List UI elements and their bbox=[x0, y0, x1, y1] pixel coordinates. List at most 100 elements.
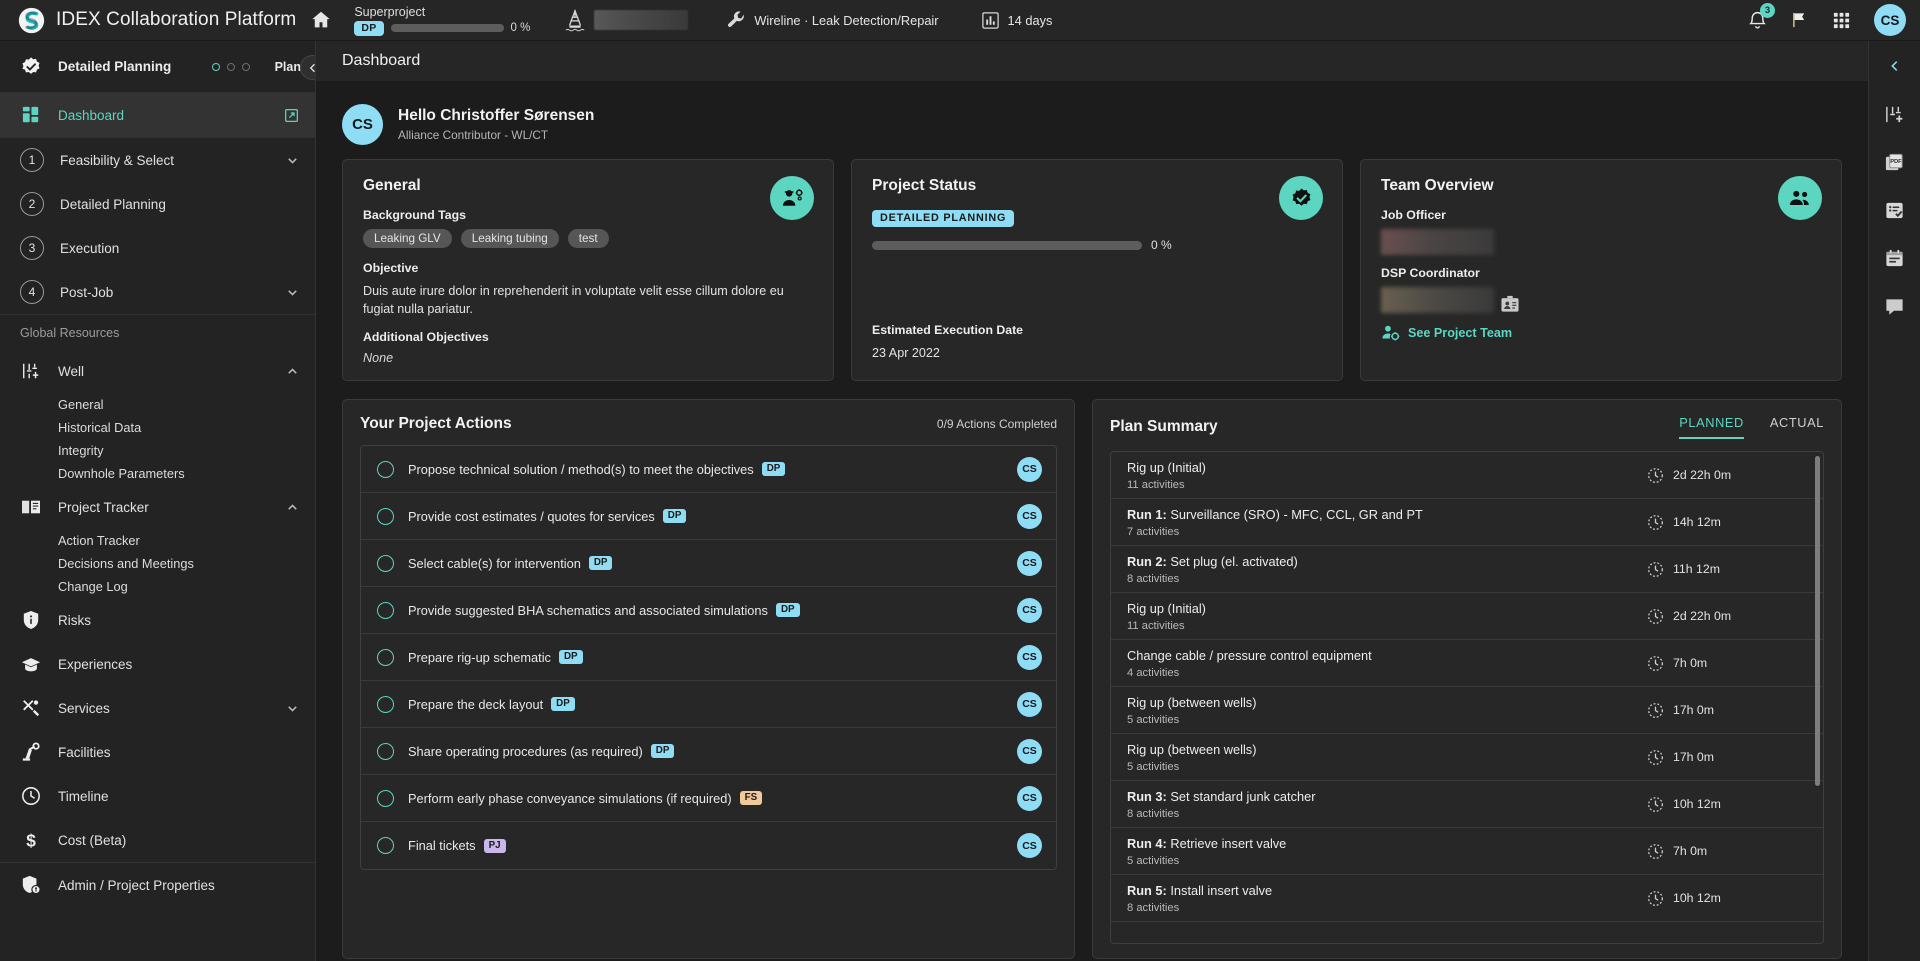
avatar[interactable]: CS bbox=[1017, 833, 1042, 858]
chevron-down-icon[interactable] bbox=[286, 154, 299, 167]
action-row[interactable]: Share operating procedures (as required)… bbox=[361, 728, 1056, 775]
sidebar-subitem-decisions-and-meetings[interactable]: Decisions and Meetings bbox=[0, 552, 315, 575]
plan-row[interactable]: Rig up (between wells) 5 activities 17h … bbox=[1111, 734, 1823, 781]
open-external-icon[interactable] bbox=[284, 108, 299, 123]
sidebar-subitem-downhole-parameters[interactable]: Downhole Parameters bbox=[0, 462, 315, 485]
sidebar-item-label: Risks bbox=[58, 612, 91, 628]
tab-actual[interactable]: ACTUAL bbox=[1770, 415, 1824, 439]
chevron-down-icon[interactable] bbox=[286, 286, 299, 299]
sidebar-item-dashboard[interactable]: Dashboard bbox=[0, 93, 315, 137]
tag-chip[interactable]: Leaking tubing bbox=[460, 229, 559, 248]
action-checkbox[interactable] bbox=[377, 648, 394, 666]
sidebar-item-feasibility-select[interactable]: 1 Feasibility & Select bbox=[0, 138, 315, 182]
tab-planned[interactable]: PLANNED bbox=[1679, 415, 1744, 439]
plan-scroll-area[interactable]: Rig up (Initial) 11 activities 2d 22h 0m bbox=[1111, 452, 1823, 943]
sidebar-item-execution[interactable]: 3 Execution bbox=[0, 226, 315, 270]
rail-calendar-button[interactable] bbox=[1882, 245, 1908, 271]
phase-chip: DP bbox=[761, 462, 786, 476]
plan-row[interactable]: Run 5: Install insert valve 8 activities… bbox=[1111, 875, 1823, 922]
brand-name: IDEX Collaboration Platform bbox=[56, 9, 297, 30]
plan-row[interactable]: Run 3: Set standard junk catcher 8 activ… bbox=[1111, 781, 1823, 828]
rail-checklist-button[interactable] bbox=[1882, 197, 1908, 223]
sidebar-subitem-action-tracker[interactable]: Action Tracker bbox=[0, 529, 315, 552]
sidebar: Detailed Planning Plan Dashboard 1 Feasi… bbox=[0, 41, 316, 961]
plan-scrollbar-thumb[interactable] bbox=[1815, 456, 1820, 786]
avatar[interactable]: CS bbox=[1017, 644, 1042, 670]
sidebar-item-admin-project-properties[interactable]: Admin / Project Properties bbox=[0, 863, 315, 907]
sidebar-item-timeline[interactable]: Timeline bbox=[0, 774, 315, 818]
apps-grid-icon[interactable] bbox=[1826, 5, 1856, 35]
sidebar-subitem-general[interactable]: General bbox=[0, 393, 315, 416]
asset-name-redacted bbox=[594, 10, 689, 30]
project-summary[interactable]: Superproject DP 0 % bbox=[354, 5, 530, 36]
action-row[interactable]: Select cable(s) for intervention DP CS bbox=[361, 540, 1056, 587]
action-label: Prepare rig-up schematic bbox=[408, 649, 551, 665]
sidebar-item-facilities[interactable]: Facilities bbox=[0, 730, 315, 774]
action-checkbox[interactable] bbox=[377, 507, 394, 525]
flag-icon[interactable] bbox=[1784, 5, 1814, 35]
sidebar-item-label: Post-Job bbox=[60, 284, 114, 300]
sidebar-item-label: Project Tracker bbox=[58, 499, 149, 515]
brand[interactable]: IDEX Collaboration Platform bbox=[18, 7, 296, 34]
home-icon[interactable] bbox=[310, 9, 332, 31]
sidebar-item-services[interactable]: Services bbox=[0, 686, 315, 730]
tag-chip[interactable]: test bbox=[567, 229, 609, 248]
plan-row[interactable]: Run 1: Surveillance (SRO) - MFC, CCL, GR… bbox=[1111, 499, 1823, 546]
action-checkbox[interactable] bbox=[377, 460, 394, 478]
action-row[interactable]: Final tickets PJ CS bbox=[361, 822, 1056, 869]
sidebar-subitem-change-log[interactable]: Change Log bbox=[0, 575, 315, 598]
action-checkbox[interactable] bbox=[377, 554, 394, 572]
action-row[interactable]: Perform early phase conveyance simulatio… bbox=[361, 775, 1056, 822]
sidebar-item-label: Feasibility & Select bbox=[60, 152, 175, 168]
action-checkbox[interactable] bbox=[377, 837, 394, 854]
avatar[interactable]: CS bbox=[1017, 456, 1042, 482]
sidebar-item-detailed-planning[interactable]: 2 Detailed Planning bbox=[0, 182, 315, 226]
phase-number-1: 1 bbox=[20, 148, 44, 172]
avatar[interactable]: CS bbox=[1017, 503, 1042, 529]
rail-comment-button[interactable] bbox=[1882, 293, 1908, 319]
tag-chip[interactable]: Leaking GLV bbox=[363, 229, 452, 248]
sidebar-item-cost-beta[interactable]: $ Cost (Beta) bbox=[0, 818, 315, 862]
chevron-up-icon[interactable] bbox=[286, 501, 299, 514]
rail-pdf-button[interactable]: PDF bbox=[1882, 149, 1908, 175]
action-row[interactable]: Provide cost estimates / quotes for serv… bbox=[361, 493, 1056, 540]
sidebar-item-risks[interactable]: Risks bbox=[0, 598, 315, 642]
action-checkbox[interactable] bbox=[377, 789, 394, 807]
sidebar-subitem-integrity[interactable]: Integrity bbox=[0, 439, 315, 462]
avatar[interactable]: CS bbox=[1017, 691, 1042, 717]
chevron-down-icon[interactable] bbox=[286, 702, 299, 715]
avatar[interactable]: CS bbox=[1874, 4, 1906, 36]
sidebar-subitem-historical-data[interactable]: Historical Data bbox=[0, 416, 315, 439]
plan-row[interactable]: Rig up (between wells) 5 activities 17h … bbox=[1111, 687, 1823, 734]
plan-scrollbar[interactable] bbox=[1815, 456, 1820, 937]
rail-collapse-button[interactable] bbox=[1882, 53, 1908, 79]
sidebar-item-experiences[interactable]: Experiences bbox=[0, 642, 315, 686]
phase-chip: DP bbox=[775, 603, 800, 617]
avatar[interactable]: CS bbox=[1017, 785, 1042, 811]
plan-row[interactable]: Rig up (Initial) 11 activities 2d 22h 0m bbox=[1111, 452, 1823, 499]
sidebar-group-project-tracker[interactable]: Project Tracker bbox=[0, 485, 315, 529]
greeting-name: Hello Christoffer Sørensen bbox=[398, 107, 595, 124]
sidebar-group-well[interactable]: Well bbox=[0, 349, 315, 393]
avatar[interactable]: CS bbox=[1017, 550, 1042, 576]
plan-row[interactable]: Change cable / pressure control equipmen… bbox=[1111, 640, 1823, 687]
phase-dot-3 bbox=[241, 62, 250, 71]
sidebar-item-label: Timeline bbox=[58, 788, 109, 804]
action-checkbox[interactable] bbox=[377, 695, 394, 713]
plan-row[interactable]: Run 2: Set plug (el. activated) 8 activi… bbox=[1111, 546, 1823, 593]
plan-row[interactable]: Rig up (Initial) 11 activities 2d 22h 0m bbox=[1111, 593, 1823, 640]
see-project-team-link[interactable]: See Project Team bbox=[1381, 324, 1821, 341]
rail-well-add-button[interactable] bbox=[1882, 101, 1908, 127]
action-checkbox[interactable] bbox=[377, 601, 394, 619]
action-checkbox[interactable] bbox=[377, 742, 394, 760]
action-row[interactable]: Propose technical solution / method(s) t… bbox=[361, 446, 1056, 493]
action-row[interactable]: Provide suggested BHA schematics and ass… bbox=[361, 587, 1056, 634]
avatar[interactable]: CS bbox=[1017, 597, 1042, 623]
bell-icon[interactable]: 3 bbox=[1742, 3, 1775, 35]
action-row[interactable]: Prepare the deck layout DP CS bbox=[361, 681, 1056, 728]
avatar[interactable]: CS bbox=[1017, 738, 1042, 764]
chevron-up-icon[interactable] bbox=[286, 365, 299, 378]
sidebar-item-post-job[interactable]: 4 Post-Job bbox=[0, 270, 315, 314]
action-row[interactable]: Prepare rig-up schematic DP CS bbox=[361, 634, 1056, 681]
plan-row[interactable]: Run 4: Retrieve insert valve 5 activitie… bbox=[1111, 828, 1823, 875]
